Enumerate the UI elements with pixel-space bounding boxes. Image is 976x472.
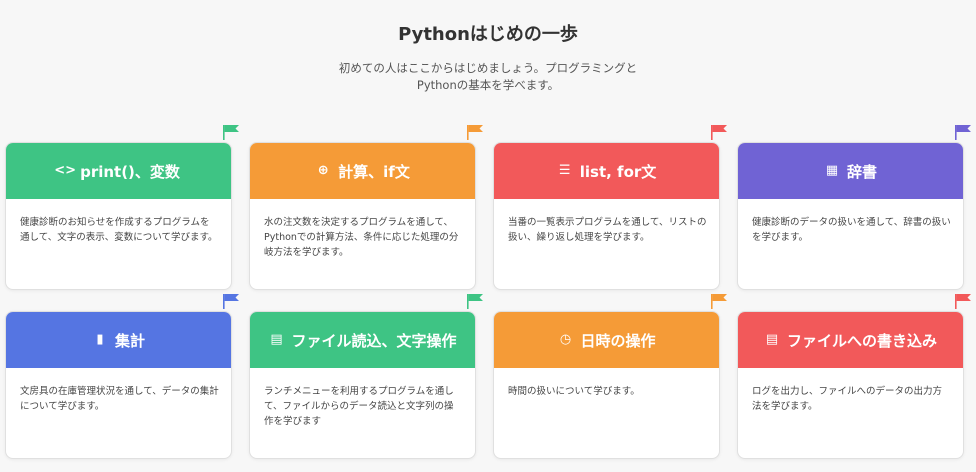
card-title: 辞書 <box>846 162 877 181</box>
course-card-print-variables[interactable]: <> print()、変数 健康診断のお知らせを作成するプログラムを通して、文字… <box>5 142 232 290</box>
card-title: list, for文 <box>579 162 657 181</box>
list-icon: ☰ <box>558 163 571 178</box>
card-header: ▮ 集計 <box>6 312 231 368</box>
card-header: ⊕ 計算、if文 <box>250 143 475 199</box>
flag-icon <box>955 125 971 140</box>
card-description: 当番の一覧表示プログラムを通して、リストの扱い、繰り返し処理を学びます。 <box>508 217 707 243</box>
card-header: ▤ ファイル読込、文字操作 <box>250 312 475 368</box>
course-card-dictionary[interactable]: ▦ 辞書 健康診断のデータの扱いを通して、辞書の扱いを学びます。 <box>737 142 964 290</box>
card-description: ログを出力し、ファイルへのデータの出力方法を学びます。 <box>752 386 943 412</box>
card-description: 健康診断のデータの扱いを通して、辞書の扱いを学びます。 <box>752 217 951 243</box>
card-title: ファイル読込、文字操作 <box>291 331 457 350</box>
course-card-calc-if[interactable]: ⊕ 計算、if文 水の注文数を決定するプログラムを通して、Pythonでの計算方… <box>249 142 476 290</box>
card-description: ランチメニューを利用するプログラムを通して、ファイルからのデータ読込と文字列の操… <box>264 386 454 427</box>
page-subtitle: 初めての人はここからはじめましょう。プログラミングと Pythonの基本を学べま… <box>288 60 688 94</box>
card-header: <> print()、変数 <box>6 143 231 199</box>
book-icon: ▮ <box>96 332 104 347</box>
card-title: 集計 <box>114 331 145 350</box>
card-header: ▦ 辞書 <box>738 143 963 199</box>
clock-icon: ◷ <box>559 332 572 347</box>
page: Pythonはじめの一歩 初めての人はここからはじめましょう。プログラミングと … <box>0 0 976 472</box>
dictionary-icon: ▦ <box>825 163 839 178</box>
card-description: 水の注文数を決定するプログラムを通して、Pythonでの計算方法、条件に応じた処… <box>264 217 459 258</box>
card-title: ファイルへの書き込み <box>786 331 937 350</box>
flag-icon <box>711 125 727 140</box>
file-icon: ▤ <box>270 332 283 347</box>
card-title: print()、変数 <box>80 162 180 181</box>
card-header: ▤ ファイルへの書き込み <box>738 312 963 368</box>
file-icon: ▤ <box>765 332 779 347</box>
course-card-file-read[interactable]: ▤ ファイル読込、文字操作 ランチメニューを利用するプログラムを通して、ファイル… <box>249 311 476 459</box>
code-icon: <> <box>54 163 76 178</box>
flag-icon <box>711 294 727 309</box>
card-description: 健康診断のお知らせを作成するプログラムを通して、文字の表示、変数について学びます… <box>20 217 218 243</box>
flag-icon <box>223 125 239 140</box>
plus-circle-icon: ⊕ <box>317 163 329 178</box>
card-header: ☰ list, for文 <box>494 143 719 199</box>
course-card-datetime[interactable]: ◷ 日時の操作 時間の扱いについて学びます。 <box>493 311 720 459</box>
card-title: 計算、if文 <box>338 162 410 181</box>
card-description: 時間の扱いについて学びます。 <box>508 386 640 397</box>
card-description: 文房具の在庫管理状況を通して、データの集計について学びます。 <box>20 386 219 412</box>
card-header: ◷ 日時の操作 <box>494 312 719 368</box>
course-card-list-for[interactable]: ☰ list, for文 当番の一覧表示プログラムを通して、リストの扱い、繰り返… <box>493 142 720 290</box>
flag-icon <box>467 125 483 140</box>
flag-icon <box>467 294 483 309</box>
course-card-file-write[interactable]: ▤ ファイルへの書き込み ログを出力し、ファイルへのデータの出力方法を学びます。 <box>737 311 964 459</box>
page-title: Pythonはじめの一歩 <box>398 24 578 45</box>
subtitle-line-1: 初めての人はここからはじめましょう。プログラミングと <box>338 61 638 75</box>
flag-icon <box>955 294 971 309</box>
flag-icon <box>223 294 239 309</box>
course-card-aggregation[interactable]: ▮ 集計 文房具の在庫管理状況を通して、データの集計について学びます。 <box>5 311 232 459</box>
card-title: 日時の操作 <box>580 331 656 350</box>
subtitle-line-2: Pythonの基本を学べます。 <box>416 78 560 92</box>
